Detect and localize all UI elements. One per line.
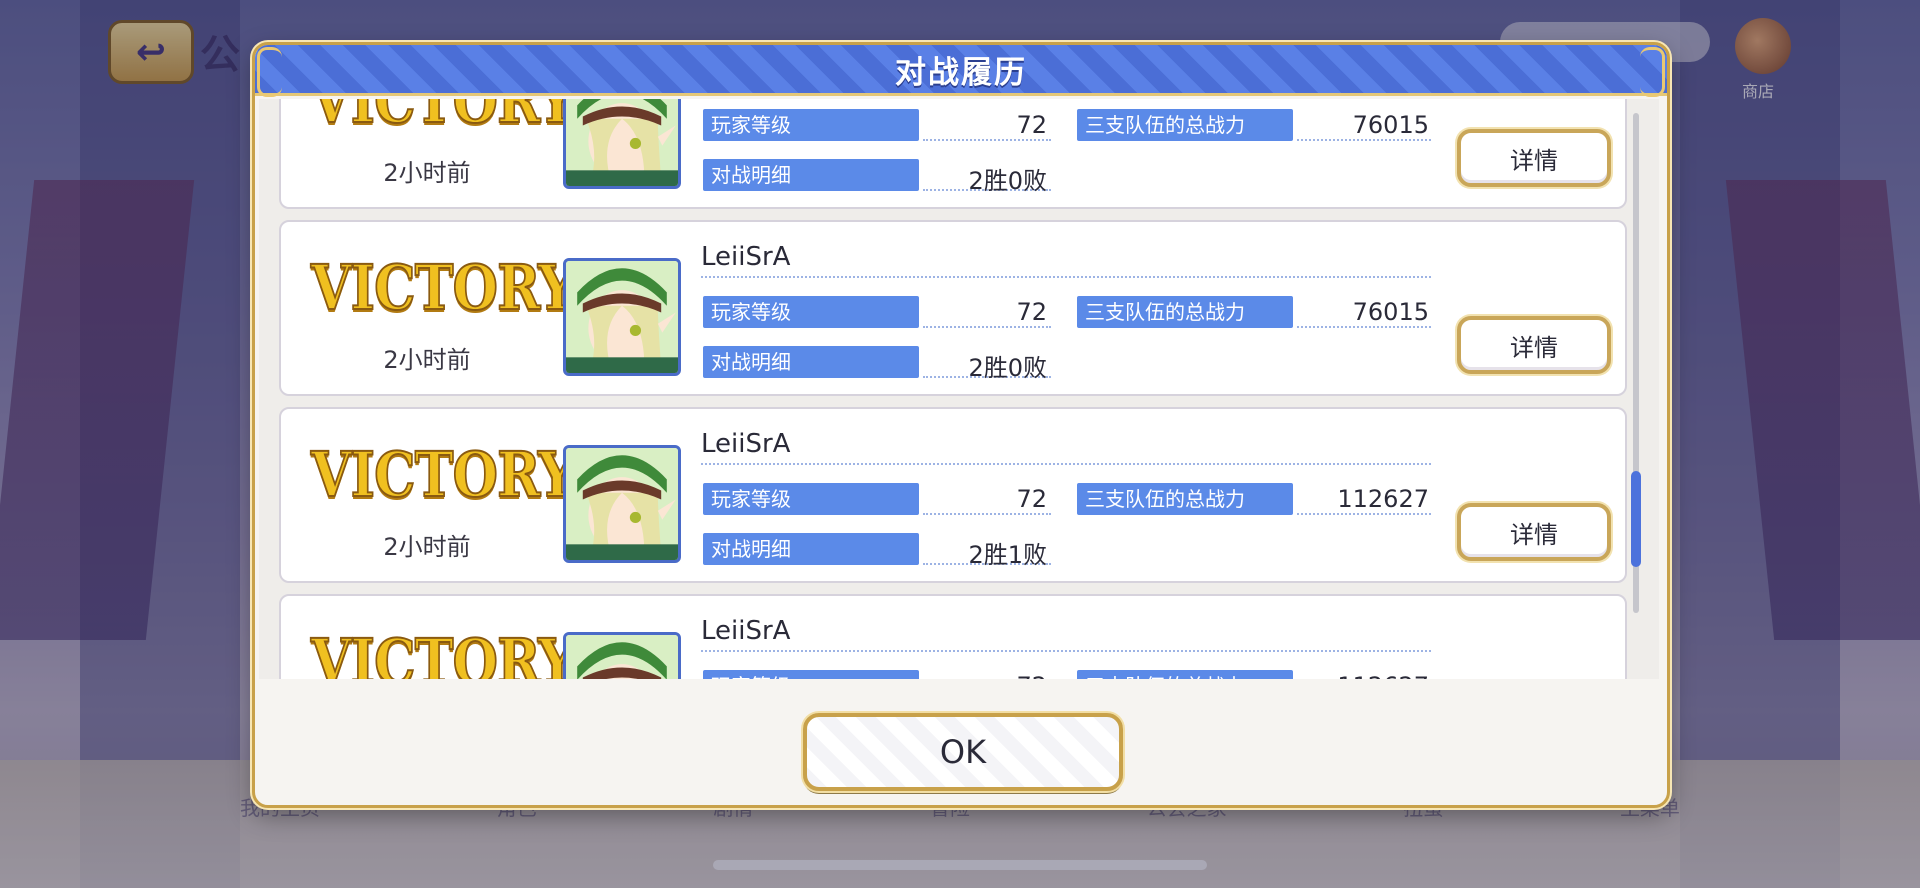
stat-divider — [923, 513, 1051, 515]
player-level-value: 72 — [1016, 485, 1047, 513]
entry-time: 2小时前 — [383, 159, 471, 187]
battle-history-dialog: 对战履历 VICTORY 2小时前 LeiiSrA 玩家等级 72 对战明细 2… — [252, 42, 1670, 808]
name-divider — [701, 463, 1431, 465]
victory-label: VICTORY — [310, 437, 576, 512]
name-divider — [701, 650, 1431, 652]
battle-entry: VICTORY 2小时前 LeiiSrA 玩家等级 72 对战明细 2胜0败 三… — [279, 99, 1627, 209]
header-ornament — [257, 47, 282, 97]
entry-time: 2小时前 — [383, 346, 471, 374]
stat-divider — [1297, 326, 1431, 328]
ok-button-label: OK — [939, 733, 987, 771]
elf-character-icon — [566, 261, 678, 373]
player-level-label: 玩家等级 — [703, 109, 919, 141]
total-power-label: 三支队伍的总战力 — [1077, 109, 1293, 141]
elf-character-icon — [566, 99, 678, 186]
stat-divider — [923, 139, 1051, 141]
elf-character-icon — [566, 448, 678, 560]
total-power-label: 三支队伍的总战力 — [1077, 670, 1293, 679]
opponent-avatar — [563, 99, 681, 189]
opponent-avatar — [563, 445, 681, 563]
battle-detail-label: 对战明细 — [703, 159, 919, 191]
total-power-value: 76015 — [1352, 111, 1429, 139]
header-ornament — [1640, 47, 1665, 97]
player-level-label: 玩家等级 — [703, 296, 919, 328]
battle-record-value: 2胜0败 — [968, 354, 1047, 382]
battle-history-list[interactable]: VICTORY 2小时前 LeiiSrA 玩家等级 72 对战明细 2胜0败 三… — [259, 99, 1659, 679]
total-power-value: 112627 — [1297, 672, 1429, 679]
opponent-avatar — [563, 632, 681, 679]
details-button[interactable]: 详情 — [1457, 129, 1611, 187]
entry-time: 2小时前 — [383, 533, 471, 561]
stat-divider — [1297, 513, 1431, 515]
battle-entry: VICTORY 2小时前 LeiiSrA 玩家等级 72 对战明细 2胜0败 三… — [279, 220, 1627, 396]
dialog-header: 对战履历 — [255, 45, 1667, 97]
player-level-value: 72 — [1016, 111, 1047, 139]
details-button[interactable]: 详情 — [1457, 316, 1611, 374]
total-power-value: 112627 — [1337, 485, 1429, 513]
opponent-name: LeiiSrA — [701, 616, 791, 646]
player-level-value: 72 — [1016, 298, 1047, 326]
battle-detail-label: 对战明细 — [703, 533, 919, 565]
battle-entry: VICTORY 2小时前 LeiiSrA 玩家等级 72 对战明细 2胜0败 三… — [279, 594, 1627, 679]
player-level-label: 玩家等级 — [703, 483, 919, 515]
name-divider — [701, 276, 1431, 278]
battle-record-value: 2胜0败 — [968, 167, 1047, 195]
opponent-avatar — [563, 258, 681, 376]
player-level-label: 玩家等级 — [703, 670, 919, 679]
total-power-value: 76015 — [1352, 298, 1429, 326]
opponent-name: LeiiSrA — [701, 429, 791, 459]
victory-label: VICTORY — [310, 99, 576, 138]
dialog-title: 对战履历 — [895, 54, 1027, 91]
victory-label: VICTORY — [310, 250, 576, 325]
opponent-name: LeiiSrA — [701, 242, 791, 272]
ok-button[interactable]: OK — [803, 713, 1123, 791]
victory-label: VICTORY — [310, 624, 576, 679]
battle-entry: VICTORY 2小时前 LeiiSrA 玩家等级 72 对战明细 2胜1败 三… — [279, 407, 1627, 583]
scrollbar-thumb[interactable] — [1631, 471, 1641, 567]
total-power-label: 三支队伍的总战力 — [1077, 296, 1293, 328]
stat-divider — [923, 326, 1051, 328]
stat-divider — [1297, 139, 1431, 141]
elf-character-icon — [566, 635, 678, 679]
details-button[interactable]: 详情 — [1457, 503, 1611, 561]
total-power-label: 三支队伍的总战力 — [1077, 483, 1293, 515]
player-level-value: 72 — [923, 672, 1047, 679]
battle-record-value: 2胜1败 — [968, 541, 1047, 569]
battle-detail-label: 对战明细 — [703, 346, 919, 378]
